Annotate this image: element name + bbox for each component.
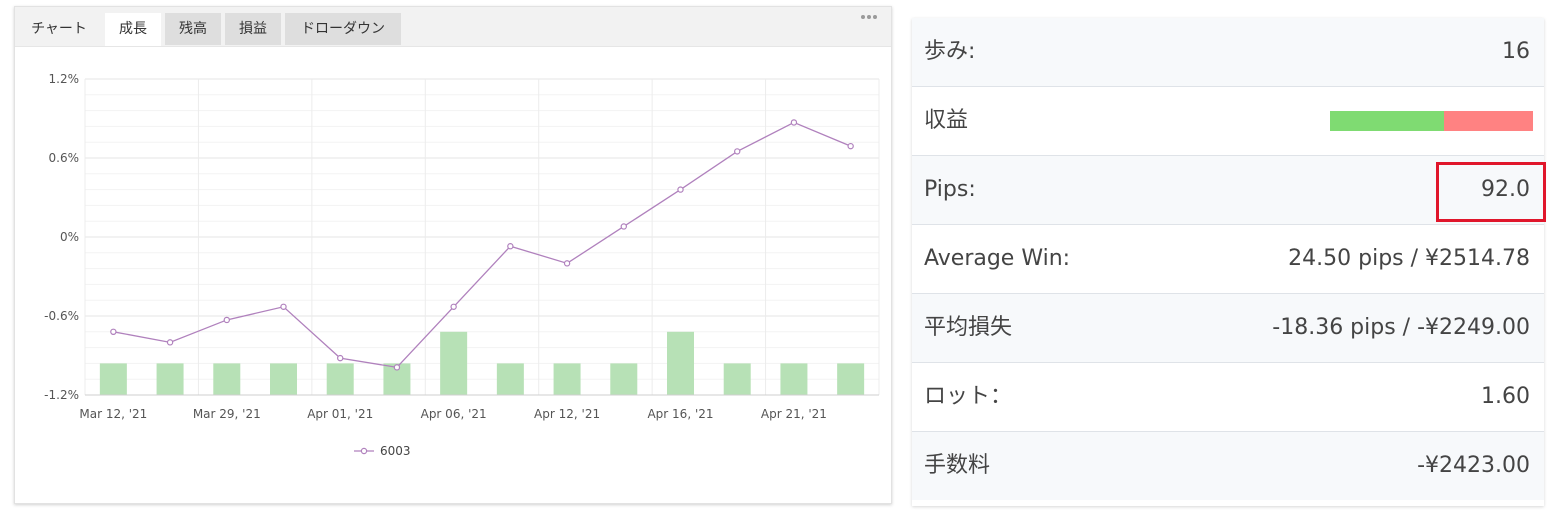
profit-loss-bar: [1444, 111, 1533, 131]
bar: [780, 363, 808, 395]
data-point: [110, 328, 117, 335]
y-tick-label: 1.2%: [49, 72, 80, 86]
stat-label-average-win: Average Win:: [924, 246, 1071, 271]
x-tick-label: Mar 29, '21: [193, 407, 261, 421]
stat-value-commission: -¥2423.00: [1417, 453, 1530, 478]
data-point: [677, 186, 684, 193]
stat-value-average-loss: -18.36 pips / -¥2249.00: [1272, 315, 1530, 340]
bar: [553, 363, 581, 395]
x-tick-label: Apr 06, '21: [421, 407, 487, 421]
data-point: [166, 339, 174, 346]
data-point: [563, 260, 571, 267]
stat-row-trades: 歩み: 16: [912, 18, 1544, 87]
data-point: [450, 303, 457, 310]
stat-row-average-loss: 平均損失 -18.36 pips / -¥2249.00: [912, 294, 1544, 363]
data-point: [280, 303, 287, 310]
bar: [156, 363, 184, 395]
x-tick-label: Apr 16, '21: [647, 407, 713, 421]
legend-label: 6003: [380, 444, 411, 458]
stat-row-commission: 手数料 -¥2423.00: [912, 432, 1544, 500]
x-tick-label: Apr 21, '21: [761, 407, 827, 421]
data-point: [847, 142, 854, 150]
stats-panel: 歩み: 16 収益 Pips: 92.0 Average Win: 24.50 …: [912, 18, 1544, 506]
y-tick-label: -0.6%: [44, 309, 79, 323]
growth-chart-panel: チャート 成長 残高 損益 ドローダウン 1.2% 0.6% 0% -0.6% -1.2…: [14, 6, 892, 504]
stat-label-pips: Pips:: [924, 177, 976, 202]
data-point: [734, 148, 741, 155]
stat-label-trades: 歩み:: [924, 39, 976, 64]
bar: [270, 363, 297, 395]
data-point: [620, 223, 627, 230]
bar: [837, 363, 865, 395]
data-point: [790, 119, 798, 126]
x-tick-label: Mar 12, '21: [79, 407, 147, 421]
stat-value-average-win: 24.50 pips / ¥2514.78: [1288, 246, 1530, 271]
x-tick-label: Apr 12, '21: [534, 407, 600, 421]
series-line-6003: [113, 121, 851, 369]
stat-label-lots: ロット：: [924, 384, 1013, 409]
data-point: [337, 354, 344, 362]
stat-label-average-loss: 平均損失: [924, 315, 1013, 340]
stat-row-pips: Pips: 92.0: [912, 156, 1544, 225]
stat-value-trades: 16: [1502, 39, 1530, 64]
x-tick-label: Apr 01, '21: [307, 407, 373, 421]
bar: [610, 363, 638, 395]
profit-win-bar: [1330, 111, 1444, 131]
stat-label-profit: 収益: [924, 108, 969, 133]
y-tick-label: 0%: [60, 230, 79, 244]
bar: [723, 363, 751, 395]
data-point: [393, 364, 401, 371]
stat-row-lots: ロット： 1.60: [912, 363, 1544, 432]
bar: [496, 363, 524, 395]
bar: [326, 363, 354, 395]
data-point: [507, 243, 514, 250]
y-tick-label: -1.2%: [44, 388, 79, 402]
bar: [667, 331, 694, 395]
stat-row-profit: 収益: [912, 87, 1544, 156]
stat-value-lots: 1.60: [1481, 384, 1530, 409]
stat-value-pips: 92.0: [1481, 177, 1530, 202]
bar: [440, 331, 468, 395]
bar: [213, 363, 241, 395]
data-point: [223, 316, 230, 324]
stat-label-commission: 手数料: [924, 453, 991, 478]
bar: [99, 363, 127, 395]
legend-marker: [360, 447, 368, 455]
y-tick-label: 0.6%: [49, 151, 80, 165]
growth-chart: 1.2% 0.6% 0% -0.6% -1.2%Mar 12, '21 Mar 29, '…: [44, 72, 880, 458]
stat-row-average-win: Average Win: 24.50 pips / ¥2514.78: [912, 225, 1544, 294]
